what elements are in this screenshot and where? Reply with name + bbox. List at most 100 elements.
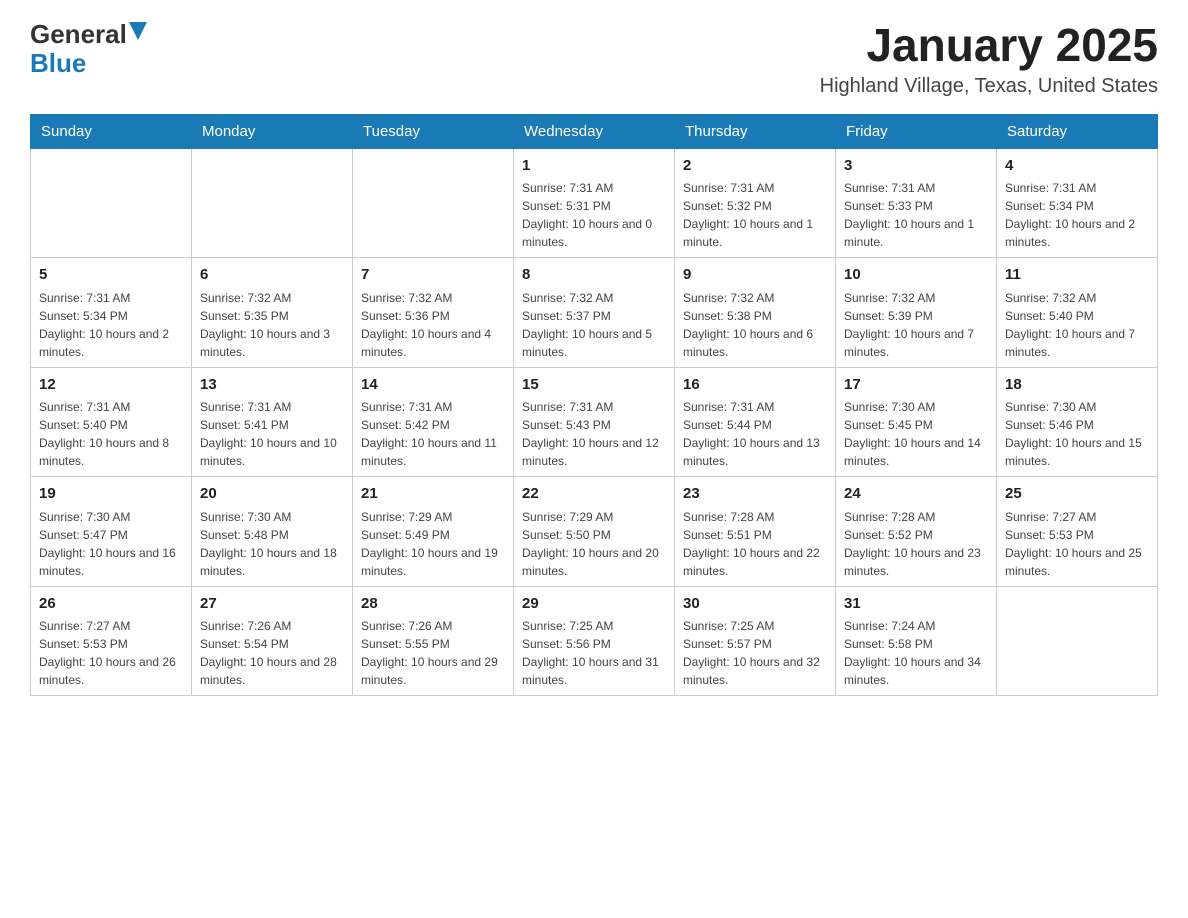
day-number: 14 (361, 374, 505, 397)
day-number: 13 (200, 374, 344, 397)
day-number: 22 (522, 483, 666, 506)
day-number: 31 (844, 593, 988, 616)
day-number: 17 (844, 374, 988, 397)
calendar-cell: 16Sunrise: 7:31 AMSunset: 5:44 PMDayligh… (675, 367, 836, 477)
calendar-cell: 9Sunrise: 7:32 AMSunset: 5:38 PMDaylight… (675, 258, 836, 368)
calendar-cell (31, 148, 192, 258)
calendar-day-header: Sunday (31, 114, 192, 148)
page-title: January 2025 (820, 20, 1158, 71)
page-header: General Blue January 2025 Highland Villa… (30, 20, 1158, 98)
calendar-cell: 27Sunrise: 7:26 AMSunset: 5:54 PMDayligh… (192, 586, 353, 696)
calendar-cell: 2Sunrise: 7:31 AMSunset: 5:32 PMDaylight… (675, 148, 836, 258)
calendar-cell: 22Sunrise: 7:29 AMSunset: 5:50 PMDayligh… (514, 477, 675, 587)
calendar-header-row: SundayMondayTuesdayWednesdayThursdayFrid… (31, 114, 1158, 148)
day-number: 6 (200, 264, 344, 287)
calendar-cell: 31Sunrise: 7:24 AMSunset: 5:58 PMDayligh… (836, 586, 997, 696)
calendar-day-header: Tuesday (353, 114, 514, 148)
day-number: 21 (361, 483, 505, 506)
day-info: Sunrise: 7:29 AMSunset: 5:50 PMDaylight:… (522, 508, 666, 580)
day-info: Sunrise: 7:32 AMSunset: 5:36 PMDaylight:… (361, 289, 505, 361)
day-info: Sunrise: 7:31 AMSunset: 5:40 PMDaylight:… (39, 398, 183, 470)
day-info: Sunrise: 7:31 AMSunset: 5:43 PMDaylight:… (522, 398, 666, 470)
calendar-week-row: 12Sunrise: 7:31 AMSunset: 5:40 PMDayligh… (31, 367, 1158, 477)
day-info: Sunrise: 7:32 AMSunset: 5:39 PMDaylight:… (844, 289, 988, 361)
day-number: 5 (39, 264, 183, 287)
day-number: 23 (683, 483, 827, 506)
logo-blue-text: Blue (30, 49, 86, 78)
calendar-table: SundayMondayTuesdayWednesdayThursdayFrid… (30, 114, 1158, 697)
calendar-cell: 6Sunrise: 7:32 AMSunset: 5:35 PMDaylight… (192, 258, 353, 368)
day-info: Sunrise: 7:27 AMSunset: 5:53 PMDaylight:… (39, 617, 183, 689)
calendar-cell: 3Sunrise: 7:31 AMSunset: 5:33 PMDaylight… (836, 148, 997, 258)
calendar-week-row: 26Sunrise: 7:27 AMSunset: 5:53 PMDayligh… (31, 586, 1158, 696)
calendar-cell: 24Sunrise: 7:28 AMSunset: 5:52 PMDayligh… (836, 477, 997, 587)
title-section: January 2025 Highland Village, Texas, Un… (820, 20, 1158, 98)
day-info: Sunrise: 7:32 AMSunset: 5:35 PMDaylight:… (200, 289, 344, 361)
calendar-cell: 4Sunrise: 7:31 AMSunset: 5:34 PMDaylight… (997, 148, 1158, 258)
day-info: Sunrise: 7:29 AMSunset: 5:49 PMDaylight:… (361, 508, 505, 580)
calendar-week-row: 19Sunrise: 7:30 AMSunset: 5:47 PMDayligh… (31, 477, 1158, 587)
day-info: Sunrise: 7:25 AMSunset: 5:56 PMDaylight:… (522, 617, 666, 689)
calendar-cell: 26Sunrise: 7:27 AMSunset: 5:53 PMDayligh… (31, 586, 192, 696)
logo-general-text: General (30, 20, 127, 49)
day-info: Sunrise: 7:28 AMSunset: 5:51 PMDaylight:… (683, 508, 827, 580)
calendar-cell (997, 586, 1158, 696)
calendar-cell: 13Sunrise: 7:31 AMSunset: 5:41 PMDayligh… (192, 367, 353, 477)
day-info: Sunrise: 7:30 AMSunset: 5:47 PMDaylight:… (39, 508, 183, 580)
calendar-cell: 28Sunrise: 7:26 AMSunset: 5:55 PMDayligh… (353, 586, 514, 696)
day-info: Sunrise: 7:31 AMSunset: 5:41 PMDaylight:… (200, 398, 344, 470)
day-info: Sunrise: 7:30 AMSunset: 5:45 PMDaylight:… (844, 398, 988, 470)
logo: General Blue (30, 20, 147, 77)
day-number: 3 (844, 155, 988, 178)
day-number: 27 (200, 593, 344, 616)
calendar-day-header: Friday (836, 114, 997, 148)
day-number: 26 (39, 593, 183, 616)
day-number: 29 (522, 593, 666, 616)
calendar-cell: 19Sunrise: 7:30 AMSunset: 5:47 PMDayligh… (31, 477, 192, 587)
page-subtitle: Highland Village, Texas, United States (820, 75, 1158, 98)
logo-triangle-icon (129, 22, 147, 47)
day-number: 16 (683, 374, 827, 397)
day-number: 12 (39, 374, 183, 397)
calendar-week-row: 1Sunrise: 7:31 AMSunset: 5:31 PMDaylight… (31, 148, 1158, 258)
day-info: Sunrise: 7:31 AMSunset: 5:31 PMDaylight:… (522, 179, 666, 251)
day-number: 8 (522, 264, 666, 287)
day-info: Sunrise: 7:27 AMSunset: 5:53 PMDaylight:… (1005, 508, 1149, 580)
day-info: Sunrise: 7:24 AMSunset: 5:58 PMDaylight:… (844, 617, 988, 689)
day-info: Sunrise: 7:31 AMSunset: 5:34 PMDaylight:… (1005, 179, 1149, 251)
day-number: 9 (683, 264, 827, 287)
day-number: 30 (683, 593, 827, 616)
day-info: Sunrise: 7:26 AMSunset: 5:55 PMDaylight:… (361, 617, 505, 689)
day-number: 7 (361, 264, 505, 287)
day-info: Sunrise: 7:30 AMSunset: 5:46 PMDaylight:… (1005, 398, 1149, 470)
day-number: 28 (361, 593, 505, 616)
day-info: Sunrise: 7:31 AMSunset: 5:34 PMDaylight:… (39, 289, 183, 361)
calendar-cell: 11Sunrise: 7:32 AMSunset: 5:40 PMDayligh… (997, 258, 1158, 368)
calendar-cell: 12Sunrise: 7:31 AMSunset: 5:40 PMDayligh… (31, 367, 192, 477)
calendar-day-header: Thursday (675, 114, 836, 148)
calendar-cell: 29Sunrise: 7:25 AMSunset: 5:56 PMDayligh… (514, 586, 675, 696)
day-info: Sunrise: 7:31 AMSunset: 5:32 PMDaylight:… (683, 179, 827, 251)
calendar-cell: 18Sunrise: 7:30 AMSunset: 5:46 PMDayligh… (997, 367, 1158, 477)
calendar-cell: 30Sunrise: 7:25 AMSunset: 5:57 PMDayligh… (675, 586, 836, 696)
day-info: Sunrise: 7:26 AMSunset: 5:54 PMDaylight:… (200, 617, 344, 689)
calendar-cell: 15Sunrise: 7:31 AMSunset: 5:43 PMDayligh… (514, 367, 675, 477)
day-number: 10 (844, 264, 988, 287)
day-info: Sunrise: 7:32 AMSunset: 5:38 PMDaylight:… (683, 289, 827, 361)
calendar-cell: 8Sunrise: 7:32 AMSunset: 5:37 PMDaylight… (514, 258, 675, 368)
calendar-day-header: Wednesday (514, 114, 675, 148)
calendar-cell: 23Sunrise: 7:28 AMSunset: 5:51 PMDayligh… (675, 477, 836, 587)
day-info: Sunrise: 7:28 AMSunset: 5:52 PMDaylight:… (844, 508, 988, 580)
day-number: 1 (522, 155, 666, 178)
day-number: 19 (39, 483, 183, 506)
day-number: 2 (683, 155, 827, 178)
calendar-cell (353, 148, 514, 258)
calendar-cell: 14Sunrise: 7:31 AMSunset: 5:42 PMDayligh… (353, 367, 514, 477)
day-number: 18 (1005, 374, 1149, 397)
calendar-cell: 21Sunrise: 7:29 AMSunset: 5:49 PMDayligh… (353, 477, 514, 587)
day-number: 11 (1005, 264, 1149, 287)
calendar-cell: 10Sunrise: 7:32 AMSunset: 5:39 PMDayligh… (836, 258, 997, 368)
calendar-cell: 17Sunrise: 7:30 AMSunset: 5:45 PMDayligh… (836, 367, 997, 477)
day-number: 4 (1005, 155, 1149, 178)
calendar-cell: 20Sunrise: 7:30 AMSunset: 5:48 PMDayligh… (192, 477, 353, 587)
